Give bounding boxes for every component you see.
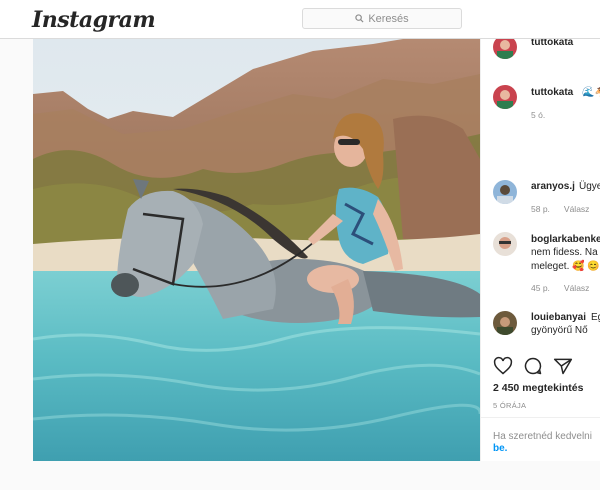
search-icon <box>355 14 364 23</box>
post-timestamp[interactable]: 5 ÓRÁJA <box>493 401 526 410</box>
divider <box>481 417 600 418</box>
comment-username[interactable]: boglarkabenke <box>531 234 600 245</box>
post-card: tuttokata tuttokata 🌊🐴 5 ó. aranyos.j Üg… <box>33 39 600 461</box>
heart-icon[interactable] <box>493 356 513 376</box>
login-prompt: Ha szeretnéd kedvelni <box>493 431 592 442</box>
comment-meta: 58 p. Válasz <box>531 204 589 214</box>
comment-text: Eg <box>591 312 600 323</box>
comment-username[interactable]: aranyos.j <box>531 181 575 192</box>
comment-avatar[interactable] <box>493 232 517 256</box>
comment-text: Ügyes <box>579 181 600 192</box>
comment-text-line: gyönyörű Nő <box>531 325 588 336</box>
search-placeholder: Keresés <box>368 12 409 25</box>
author-avatar[interactable] <box>493 39 517 59</box>
comment-text-line: meleget. 🥰 😊 <box>531 261 600 272</box>
share-icon[interactable] <box>553 356 573 376</box>
caption-username[interactable]: tuttokata <box>531 87 573 98</box>
top-navigation: Instagram Keresés <box>0 0 600 39</box>
caption-time: 5 ó. <box>531 110 546 120</box>
caption-text: 🌊🐴 <box>582 87 600 98</box>
comment-time: 58 p. <box>531 204 550 214</box>
beach-horse-scene <box>33 39 480 461</box>
comment-icon[interactable] <box>523 356 543 376</box>
post-sidebar: tuttokata tuttokata 🌊🐴 5 ó. aranyos.j Üg… <box>480 39 600 461</box>
comment-time: 45 p. <box>531 283 550 293</box>
comment-username[interactable]: louiebanyai <box>531 312 586 323</box>
comment-avatar[interactable] <box>493 311 517 335</box>
view-count[interactable]: 2 450 megtekintés <box>493 382 583 394</box>
search-input[interactable]: Keresés <box>302 8 462 29</box>
caption-avatar[interactable] <box>493 85 517 109</box>
author-username[interactable]: tuttokata <box>531 39 573 48</box>
reply-button[interactable]: Válasz <box>564 283 590 293</box>
login-link[interactable]: be. <box>493 443 507 454</box>
post-video[interactable] <box>33 39 480 461</box>
post-actions <box>493 356 573 376</box>
comment-avatar[interactable] <box>493 180 517 204</box>
reply-button[interactable]: Válasz <box>564 204 590 214</box>
comment-meta: 45 p. Válasz <box>531 283 589 293</box>
instagram-logo[interactable]: Instagram <box>32 7 156 33</box>
comment-text-line: nem fidess. Na <box>531 247 598 258</box>
